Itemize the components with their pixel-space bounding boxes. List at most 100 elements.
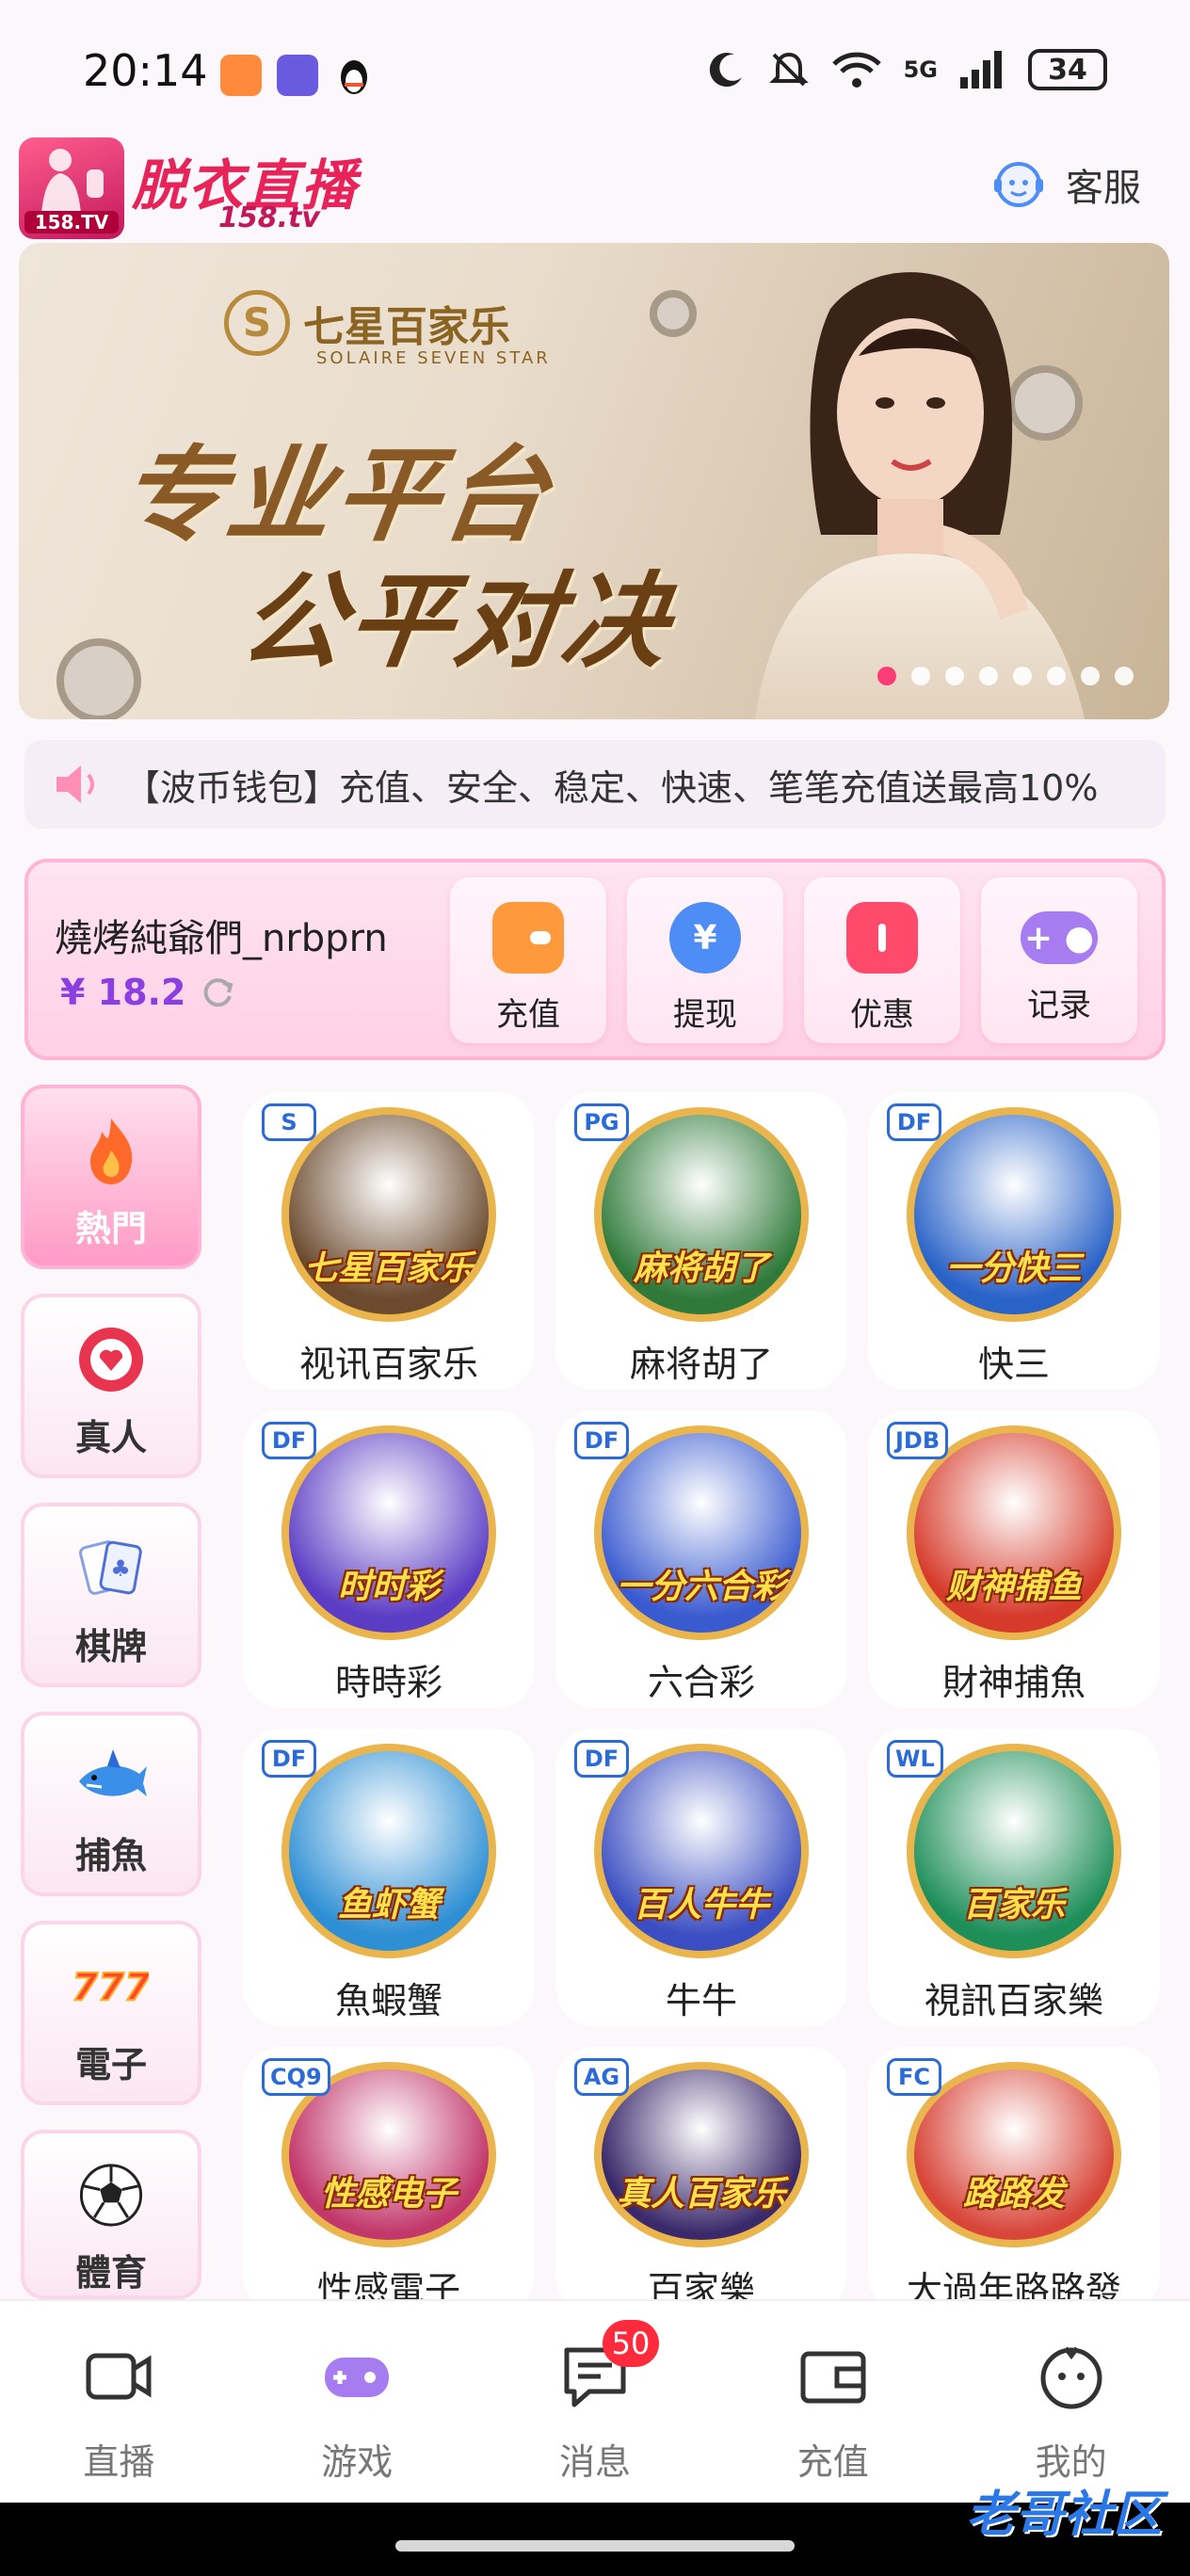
yuan-coin-icon: ¥ bbox=[669, 902, 741, 974]
category-cards[interactable]: ♣ 棋牌 bbox=[21, 1503, 201, 1687]
user-wallet-card: 燒烤純爺們_nrbprn ¥ 18.2 充值 ¥ 提现 优惠 + ● 记录 bbox=[24, 859, 1166, 1060]
provider-badge: DF bbox=[887, 1103, 941, 1141]
pagination-dot[interactable] bbox=[979, 667, 998, 685]
wallet-icon bbox=[800, 2351, 866, 2404]
user-balance: ¥ 18.2 bbox=[60, 972, 236, 1013]
game-thumbnail-icon: 麻将胡了 bbox=[594, 1107, 809, 1322]
network-type: 5G bbox=[903, 56, 938, 83]
pagination-dot[interactable] bbox=[911, 667, 930, 685]
game-thumbnail-caption: 财神捕鱼 bbox=[945, 1568, 1082, 1606]
game-thumbnail-icon: 一分快三 bbox=[907, 1107, 1121, 1322]
withdraw-button[interactable]: ¥ 提现 bbox=[627, 877, 783, 1043]
game-label: 牛牛 bbox=[665, 1980, 737, 2021]
casino-chip-icon bbox=[650, 290, 697, 337]
announcement-marquee[interactable]: 【波币钱包】充值、安全、稳定、快速、笔笔充值送最高10% bbox=[24, 740, 1166, 829]
game-thumbnail-icon: 时时彩 bbox=[281, 1425, 496, 1640]
app-logo[interactable]: 158.TV bbox=[19, 137, 124, 239]
signal-icon bbox=[960, 51, 1002, 89]
nav-messages[interactable]: 50 消息 bbox=[476, 2301, 715, 2503]
game-card[interactable]: 百人牛牛 DF 牛牛 bbox=[555, 1729, 847, 2026]
recharge-button[interactable]: 充值 bbox=[450, 877, 606, 1043]
slot-777-icon: 777 bbox=[73, 1965, 149, 2010]
svg-text:♣: ♣ bbox=[110, 1555, 131, 1582]
game-label: 快三 bbox=[977, 1344, 1050, 1385]
nav-label: 直播 bbox=[83, 2441, 155, 2483]
category-sports[interactable]: 體育 bbox=[21, 2130, 201, 2299]
game-thumbnail-caption: 时时彩 bbox=[337, 1568, 440, 1606]
game-thumbnail-caption: 百人牛牛 bbox=[633, 1886, 769, 1924]
pagination-dot[interactable] bbox=[1115, 667, 1134, 685]
category-fishing[interactable]: 捕魚 bbox=[21, 1712, 201, 1896]
app-subtitle: 158.tv bbox=[218, 201, 320, 234]
status-time: 20:14 bbox=[83, 45, 208, 96]
nav-games[interactable]: 游戏 bbox=[238, 2301, 476, 2503]
moon-icon bbox=[709, 53, 742, 88]
game-card[interactable]: 一分快三 DF 快三 bbox=[868, 1092, 1160, 1390]
game-thumbnail-caption: 路路发 bbox=[962, 2175, 1065, 2214]
game-thumbnail-caption: 麻将胡了 bbox=[633, 1249, 769, 1288]
game-thumbnail-caption: 百家乐 bbox=[962, 1886, 1065, 1924]
action-label: 优惠 bbox=[850, 996, 914, 1034]
records-button[interactable]: + ● 记录 bbox=[981, 877, 1137, 1043]
logo-badge: 158.TV bbox=[24, 211, 119, 233]
provider-badge: DF bbox=[574, 1422, 629, 1459]
battery-indicator: 34 bbox=[1028, 49, 1107, 90]
category-slots[interactable]: 777 電子 bbox=[21, 1921, 201, 2105]
provider-badge: DF bbox=[262, 1740, 316, 1778]
pagination-dot[interactable] bbox=[945, 667, 964, 685]
nav-live[interactable]: 直播 bbox=[0, 2301, 238, 2503]
ticket-icon bbox=[846, 902, 918, 974]
game-card[interactable]: 百家乐 WL 視訊百家樂 bbox=[868, 1729, 1160, 2026]
game-thumbnail-caption: 一分快三 bbox=[945, 1249, 1082, 1288]
speaker-icon bbox=[56, 765, 94, 803]
game-thumbnail-caption: 真人百家乐 bbox=[616, 2175, 786, 2214]
nav-label: 消息 bbox=[558, 2441, 631, 2483]
refresh-icon[interactable] bbox=[199, 974, 236, 1011]
game-card[interactable]: 鱼虾蟹 DF 魚蝦蟹 bbox=[243, 1729, 535, 2026]
balance-value: ¥ 18.2 bbox=[60, 972, 186, 1013]
pagination-dot[interactable] bbox=[1081, 667, 1100, 685]
game-label: 麻将胡了 bbox=[629, 1344, 773, 1385]
game-thumbnail-caption: 性感电子 bbox=[320, 2175, 457, 2214]
nav-recharge[interactable]: 充值 bbox=[714, 2301, 952, 2503]
watermark: 老哥社区 bbox=[965, 2487, 1162, 2543]
provider-badge: JDB bbox=[887, 1422, 949, 1459]
game-card[interactable]: 真人百家乐 AG 百家樂 bbox=[555, 2047, 847, 2312]
category-hot[interactable]: 熱門 bbox=[21, 1085, 201, 1269]
customer-service-button[interactable]: 客服 bbox=[990, 156, 1141, 213]
game-thumbnail-icon: 鱼虾蟹 bbox=[281, 1744, 496, 1958]
pagination-dot[interactable] bbox=[1047, 667, 1066, 685]
game-card[interactable]: 七星百家乐 S 视讯百家乐 bbox=[243, 1092, 535, 1390]
promotions-button[interactable]: 优惠 bbox=[804, 877, 960, 1043]
game-card[interactable]: 性感电子 CQ9 性感電子 bbox=[243, 2047, 535, 2312]
flame-icon bbox=[90, 1119, 133, 1184]
promo-banner[interactable]: S 七星百家乐 SOLAIRE SEVEN STAR 专业平台 公平对决 bbox=[19, 243, 1169, 719]
nav-profile[interactable]: 我的 bbox=[952, 2301, 1190, 2503]
game-card[interactable]: 麻将胡了 PG 麻将胡了 bbox=[555, 1092, 847, 1390]
provider-badge: FC bbox=[887, 2058, 941, 2096]
game-label: 视讯百家乐 bbox=[298, 1344, 478, 1385]
banner-brand-name: 七星百家乐 bbox=[303, 303, 510, 351]
game-label: 六合彩 bbox=[647, 1662, 755, 1703]
game-card[interactable]: 一分六合彩 DF 六合彩 bbox=[555, 1410, 847, 1708]
model-photo bbox=[755, 272, 1085, 719]
streamer-silhouette-icon bbox=[41, 149, 104, 215]
category-live[interactable]: 真人 bbox=[21, 1294, 201, 1478]
provider-badge: DF bbox=[574, 1740, 629, 1778]
provider-badge: S bbox=[262, 1103, 316, 1141]
game-card[interactable]: 路路发 FC 大過年路路發 bbox=[868, 2047, 1160, 2312]
game-card[interactable]: 时时彩 DF 時時彩 bbox=[243, 1410, 535, 1708]
provider-badge: DF bbox=[262, 1422, 316, 1459]
game-label: 魚蝦蟹 bbox=[334, 1980, 442, 2021]
home-indicator[interactable] bbox=[395, 2540, 795, 2552]
category-label: 電子 bbox=[74, 2044, 147, 2085]
provider-badge: AG bbox=[574, 2058, 629, 2096]
category-label: 棋牌 bbox=[74, 1626, 147, 1667]
pagination-dot[interactable] bbox=[1013, 667, 1032, 685]
game-thumbnail-icon: 百人牛牛 bbox=[594, 1744, 809, 1958]
pagination-dot[interactable] bbox=[877, 667, 896, 685]
poker-chip-icon bbox=[79, 1328, 143, 1392]
game-card[interactable]: 财神捕鱼 JDB 財神捕魚 bbox=[868, 1410, 1160, 1708]
banner-pagination[interactable] bbox=[877, 667, 1134, 685]
action-label: 充值 bbox=[496, 996, 560, 1034]
